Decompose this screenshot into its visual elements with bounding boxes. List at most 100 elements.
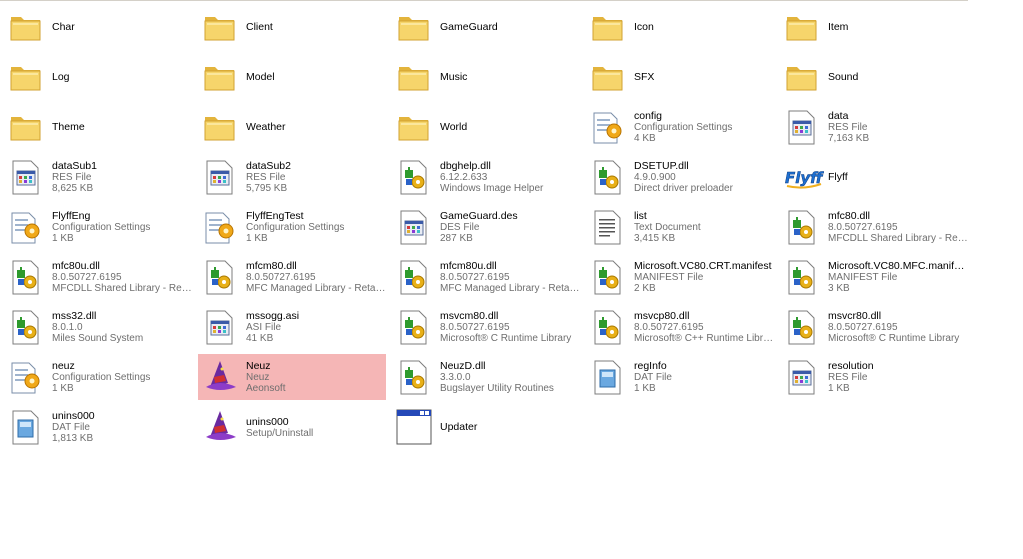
file-item[interactable]: SFX [586, 54, 774, 100]
file-item[interactable]: dataSub1 RES File 8,625 KB [4, 154, 192, 200]
file-item[interactable]: Icon [586, 4, 774, 50]
file-detail: 8,625 KB [52, 183, 94, 194]
file-item[interactable]: Updater [392, 404, 580, 450]
file-name: Updater [440, 421, 478, 433]
file-name: neuz [52, 360, 75, 372]
file-item[interactable]: FlyffEngTest Configuration Settings 1 KB [198, 204, 386, 250]
file-item[interactable]: Model [198, 54, 386, 100]
file-type: MANIFEST File [828, 272, 898, 283]
folder-icon [202, 107, 238, 147]
file-item[interactable]: mfc80u.dll 8.0.50727.6195 MFCDLL Shared Li… [4, 254, 192, 300]
file-item[interactable]: Item [780, 4, 968, 50]
file-name: Theme [52, 121, 85, 133]
file-item[interactable]: Microsoft.VC80.MFC.manifest MANIFEST File… [780, 254, 968, 300]
file-item[interactable]: config Configuration Settings 4 KB [586, 104, 774, 150]
file-item[interactable]: msvcp80.dll 8.0.50727.6195 Microsoft® C++ … [586, 304, 774, 350]
file-name: mfc80.dll [828, 210, 871, 222]
file-name: regInfo [634, 360, 667, 372]
file-item[interactable]: Neuz Neuz Aeonsoft [198, 354, 386, 400]
file-item-text: dbghelp.dll 6.12.2.633 Windows Image Helpe… [440, 160, 580, 194]
file-type: RES File [828, 122, 868, 133]
file-name: Model [246, 71, 275, 83]
file-item[interactable]: GameGuard [392, 4, 580, 50]
file-name: unins000 [52, 410, 95, 422]
file-item-text: mssogg.asi ASI File 41 KB [246, 310, 386, 344]
file-detail: MFC Managed Library - Retail ... [246, 283, 386, 294]
file-item-text: regInfo DAT File 1 KB [634, 360, 774, 394]
file-item[interactable]: msvcr80.dll 8.0.50727.6195 Microsoft® C Ru… [780, 304, 968, 350]
file-item[interactable]: Client [198, 4, 386, 50]
file-item-text: FlyffEngTest Configuration Settings 1 KB [246, 210, 386, 244]
dll-icon [590, 157, 626, 197]
file-item[interactable]: neuz Configuration Settings 1 KB [4, 354, 192, 400]
file-item[interactable]: Theme [4, 104, 192, 150]
file-item-text: list Text Document 3,415 KB [634, 210, 774, 244]
dll-icon [784, 257, 820, 297]
file-type: 8.0.50727.6195 [828, 322, 898, 333]
res-icon [784, 107, 820, 147]
file-item[interactable]: NeuzD.dll 3.3.0.0 Bugslayer Utility Routin… [392, 354, 580, 400]
file-item[interactable]: World [392, 104, 580, 150]
file-item-text: Flyff [828, 171, 968, 183]
file-item[interactable]: Microsoft.VC80.CRT.manifest MANIFEST File… [586, 254, 774, 300]
file-item[interactable]: msvcm80.dll 8.0.50727.6195 Microsoft® C Ru… [392, 304, 580, 350]
file-item[interactable]: Log [4, 54, 192, 100]
file-item[interactable]: DSETUP.dll 4.9.0.900 Direct driver preload… [586, 154, 774, 200]
config-icon [202, 207, 238, 247]
file-item[interactable]: regInfo DAT File 1 KB [586, 354, 774, 400]
file-detail: Miles Sound System [52, 333, 144, 344]
file-detail: 4 KB [634, 133, 656, 144]
file-item[interactable]: mfcm80.dll 8.0.50727.6195 MFC Managed Libr… [198, 254, 386, 300]
file-name: Icon [634, 21, 654, 33]
file-item[interactable]: dbghelp.dll 6.12.2.633 Windows Image Helpe… [392, 154, 580, 200]
file-item-text: SFX [634, 71, 774, 83]
file-item[interactable]: list Text Document 3,415 KB [586, 204, 774, 250]
file-item[interactable]: Sound [780, 54, 968, 100]
file-item[interactable]: mfcm80u.dll 8.0.50727.6195 MFC Managed Lib… [392, 254, 580, 300]
file-name: Log [52, 71, 70, 83]
file-name: list [634, 210, 647, 222]
file-item[interactable]: unins000 Setup/Uninstall [198, 404, 386, 450]
file-item[interactable]: Flyff Flyff [780, 154, 968, 200]
dat-icon [590, 357, 626, 397]
file-item[interactable]: mfc80.dll 8.0.50727.6195 MFCDLL Shared Lib… [780, 204, 968, 250]
file-item[interactable]: FlyffEng Configuration Settings 1 KB [4, 204, 192, 250]
wizard-icon [202, 357, 238, 397]
file-name: Char [52, 21, 75, 33]
file-item-text: GameGuard [440, 21, 580, 33]
flyff-icon: Flyff [784, 157, 824, 197]
file-name: mfc80u.dll [52, 260, 100, 272]
file-item-text: GameGuard.des DES File 287 KB [440, 210, 580, 244]
res-icon [202, 307, 238, 347]
file-name: data [828, 110, 849, 122]
file-item[interactable]: Char [4, 4, 192, 50]
file-item[interactable]: GameGuard.des DES File 287 KB [392, 204, 580, 250]
file-name: mssogg.asi [246, 310, 300, 322]
file-detail: 3,415 KB [634, 233, 676, 244]
file-item[interactable]: dataSub2 RES File 5,795 KB [198, 154, 386, 200]
file-item[interactable]: unins000 DAT File 1,813 KB [4, 404, 192, 450]
file-name: resolution [828, 360, 874, 372]
file-item-text: Client [246, 21, 386, 33]
file-item-text: mss32.dll 8.0.1.0 Miles Sound System [52, 310, 192, 344]
file-item-text: FlyffEng Configuration Settings 1 KB [52, 210, 192, 244]
file-type: 6.12.2.633 [440, 172, 488, 183]
file-type: DAT File [52, 422, 90, 433]
file-type: ASI File [246, 322, 282, 333]
file-name: dataSub1 [52, 160, 97, 172]
folder-icon [590, 57, 626, 97]
file-type: Configuration Settings [52, 222, 151, 233]
file-item[interactable]: Music [392, 54, 580, 100]
file-item[interactable]: resolution RES File 1 KB [780, 354, 968, 400]
file-name: dataSub2 [246, 160, 291, 172]
file-detail: Microsoft® C++ Runtime Library [634, 333, 774, 344]
file-name: FlyffEngTest [246, 210, 304, 222]
file-item[interactable]: mssogg.asi ASI File 41 KB [198, 304, 386, 350]
file-item-text: mfcm80u.dll 8.0.50727.6195 MFC Managed Lib… [440, 260, 580, 294]
file-name: msvcr80.dll [828, 310, 882, 322]
file-item[interactable]: mss32.dll 8.0.1.0 Miles Sound System [4, 304, 192, 350]
folder-icon [396, 57, 432, 97]
file-item[interactable]: Weather [198, 104, 386, 150]
file-type: Text Document [634, 222, 701, 233]
file-item[interactable]: data RES File 7,163 KB [780, 104, 968, 150]
